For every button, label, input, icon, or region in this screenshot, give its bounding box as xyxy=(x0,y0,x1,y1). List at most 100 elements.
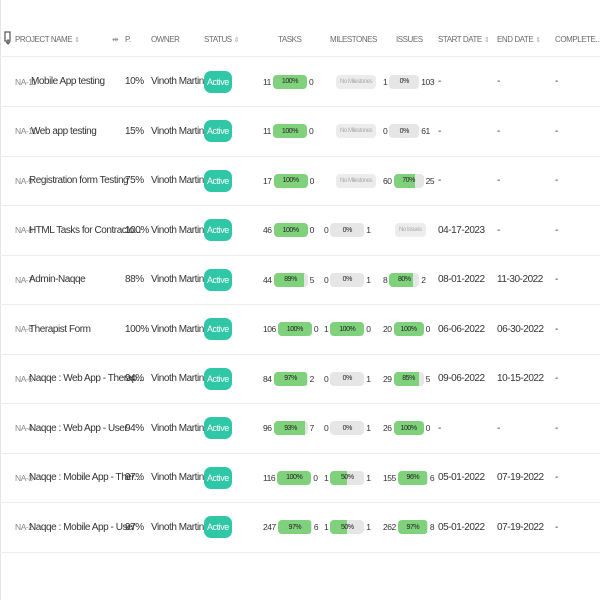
tasks-cell: 11 100% 0 xyxy=(263,107,314,156)
issues-progress-label: 100% xyxy=(400,325,418,333)
issues-cell: 20 100% 0 xyxy=(383,305,430,354)
sort-icon[interactable]: ⇕ xyxy=(234,37,240,44)
tasks-progress-bar: 97% xyxy=(277,520,312,534)
table-row[interactable]: NA-6 Therapist Form 100% Vinoth Martin S...… xyxy=(0,305,600,355)
project-name-link[interactable]: HTML Tasks for Contracto... xyxy=(29,206,141,255)
end-date: 07-19-2022 xyxy=(497,472,544,483)
milestones-progress-bar: 50% xyxy=(330,520,365,534)
table-row[interactable]: NA-11 Mobile App testing 10% Vinoth Martin … xyxy=(0,57,600,107)
issues-cell: 26 100% 0 xyxy=(383,404,430,453)
header-status[interactable]: STATUS ⇕ xyxy=(204,35,240,44)
sort-icon[interactable]: ⇕ xyxy=(74,37,80,44)
project-name-link[interactable]: Therapist Form xyxy=(29,305,91,354)
tasks-progress-bar: 93% xyxy=(273,421,308,435)
milestones-cell: No Milestones xyxy=(324,57,377,106)
project-name: Naqqe : Mobile App - Ther... xyxy=(29,472,141,483)
tasks-cell: 11 100% 0 xyxy=(263,57,314,106)
project-name-link[interactable]: Naqqe : Mobile App - Ther... xyxy=(29,453,141,502)
header-issues[interactable]: ISSUES xyxy=(396,35,423,44)
project-name: Web app testing xyxy=(31,125,97,137)
header-end-date[interactable]: END DATE ⇕ xyxy=(497,35,541,44)
header-owner[interactable]: OWNER xyxy=(151,35,180,44)
header-milestones[interactable]: MILESTONES xyxy=(330,35,377,44)
status-badge[interactable]: Active xyxy=(204,70,232,93)
column-settings-icon[interactable] xyxy=(4,31,14,47)
issues-open-count: 6 xyxy=(429,472,435,483)
header-progress[interactable]: P. xyxy=(125,35,131,44)
table-row[interactable]: NA-4 Naqqe : Web App - User 94% Vinoth Mart… xyxy=(0,404,600,454)
status-cell: Active xyxy=(204,305,232,354)
sort-icon[interactable]: ⇕ xyxy=(535,37,541,44)
table-row[interactable]: NA-7 Admin-Naqqe 88% Vinoth Martin S... Acti… xyxy=(0,255,600,305)
table-row[interactable]: NA-3 Naqqe : Mobile App - Ther... 97% Vinot… xyxy=(0,453,600,503)
tasks-cell: 247 97% 6 xyxy=(263,503,319,552)
milestones-completed-count: 0 xyxy=(324,373,329,384)
project-name-link[interactable]: Registration form Testing xyxy=(29,156,129,205)
table-row[interactable]: NA-8 HTML Tasks for Contracto... 100% Vinot… xyxy=(0,206,600,256)
project-name: Naqqe : Web App - User xyxy=(29,422,128,434)
milestones-cell: 0 0% 1 xyxy=(324,255,371,304)
project-name-link[interactable]: Naqqe : Web App - User xyxy=(29,404,128,453)
issues-progress-bar: 100% xyxy=(393,322,424,336)
completed-date: - xyxy=(555,125,558,137)
empty-milestones-pill: No Milestones xyxy=(336,74,377,89)
table-row[interactable]: NA-2 Naqqe : Mobile App - User 97% Vinoth M… xyxy=(0,503,600,553)
header-start-date[interactable]: START DATE ⇕ xyxy=(438,35,490,44)
start-date: 05-01-2022 xyxy=(438,472,485,483)
milestones-progress-bar: 0% xyxy=(330,223,365,237)
status-badge[interactable]: Active xyxy=(204,219,232,241)
table-row[interactable]: NA-9 Registration form Testing 75% Vinoth M… xyxy=(0,156,600,206)
project-name: Therapist Form xyxy=(29,323,91,335)
tasks-completed-count: 116 xyxy=(263,472,276,483)
project-progress-percent: 97% xyxy=(125,472,144,483)
project-name-link[interactable]: Mobile App testing xyxy=(31,57,105,106)
status-badge[interactable]: Active xyxy=(204,516,232,538)
completed-date: - xyxy=(555,521,558,533)
project-name-link[interactable]: Web app testing xyxy=(31,107,97,156)
issues-progress-label: 100% xyxy=(400,424,418,432)
issues-completed-count: 262 xyxy=(383,522,396,532)
status-badge[interactable]: Active xyxy=(204,120,232,142)
issues-progress-bar: 100% xyxy=(393,421,424,435)
pin-icon[interactable]: ⇹ xyxy=(112,35,119,44)
tasks-progress-label: 100% xyxy=(286,474,303,481)
header-project-name[interactable]: PROJECT NAME ⇕ xyxy=(15,35,80,44)
start-date: - xyxy=(438,422,441,434)
tasks-cell: 84 97% 2 xyxy=(263,354,314,403)
table-row[interactable]: NA-10 Web app testing 15% Vinoth Martin S..… xyxy=(0,107,600,157)
milestones-cell: No Milestones xyxy=(324,156,377,205)
status-badge[interactable]: Active xyxy=(204,466,232,489)
milestones-progress-label: 50% xyxy=(340,474,354,481)
status-badge[interactable]: Active xyxy=(204,417,232,439)
project-name-link[interactable]: Naqqe : Mobile App - User xyxy=(29,503,135,552)
status-cell: Active xyxy=(204,404,232,453)
tasks-progress-label: 89% xyxy=(284,276,297,283)
status-cell: Active xyxy=(204,354,232,403)
header-completed[interactable]: COMPLETE...⇕ xyxy=(555,35,600,44)
sort-icon[interactable]: ⇕ xyxy=(484,37,490,44)
issues-cell: 8 80% 2 xyxy=(383,255,426,304)
status-badge[interactable]: Active xyxy=(204,318,232,340)
project-name: Naqqe : Mobile App - User xyxy=(29,521,136,533)
tasks-open-count: 0 xyxy=(313,472,318,483)
status-badge[interactable]: Active xyxy=(204,169,232,192)
tasks-progress-bar: 100% xyxy=(277,470,312,485)
issues-cell: No Issues xyxy=(383,206,426,255)
status-badge[interactable]: Active xyxy=(204,268,232,291)
tasks-completed-count: 17 xyxy=(263,175,272,186)
project-name-link[interactable]: Admin-Naqqe xyxy=(29,255,86,304)
tasks-completed-count: 84 xyxy=(263,373,272,384)
header-tasks[interactable]: TASKS xyxy=(278,35,302,44)
milestones-cell: 1 50% 1 xyxy=(324,503,371,552)
status-badge[interactable]: Active xyxy=(204,367,232,390)
tasks-completed-count: 46 xyxy=(263,225,272,235)
milestones-open-count: 1 xyxy=(366,522,371,532)
issues-open-count: 25 xyxy=(425,175,435,186)
tasks-completed-count: 11 xyxy=(263,126,271,136)
milestones-cell: 0 0% 1 xyxy=(324,354,371,403)
table-row[interactable]: NA-5 Naqqe : Web App - Therap... 94% Vinoth… xyxy=(0,354,600,404)
start-date: 04-17-2023 xyxy=(438,224,485,236)
milestones-cell: 0 0% 1 xyxy=(324,206,371,255)
start-date: - xyxy=(438,125,441,137)
milestones-progress-bar: 0% xyxy=(330,272,365,287)
